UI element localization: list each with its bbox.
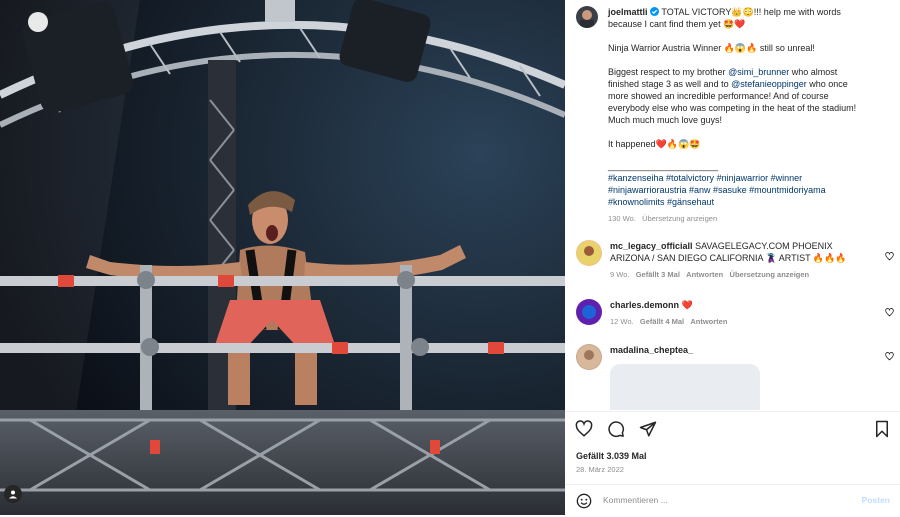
caption-line-2: Ninja Warrior Austria Winner 🔥😱🔥 still s…	[608, 43, 815, 53]
ninja-warrior-photo	[0, 0, 565, 515]
commenter-avatar[interactable]	[576, 299, 602, 325]
comment-item: madalina_cheptea_	[576, 344, 876, 410]
verified-badge-icon	[650, 7, 660, 16]
likes-count[interactable]: Gefällt 3.039 Mal	[576, 451, 647, 461]
comment-box: Kommentieren ... Posten	[565, 484, 900, 517]
translate-comment-button[interactable]: Übersetzung anzeigen	[730, 270, 810, 279]
author-avatar[interactable]	[576, 6, 598, 28]
post-actions-area: Gefällt 3.039 Mal 28. März 2022 Kommenti…	[565, 411, 900, 516]
caption-age: 130 Wo.	[608, 214, 636, 223]
comment-username[interactable]: mc_legacy_officiall	[610, 241, 693, 251]
caption-text: Biggest respect to my brother	[608, 67, 729, 77]
comment-username[interactable]: charles.demonn	[610, 300, 679, 310]
mention-link[interactable]: @stefanieoppinger	[731, 79, 807, 89]
comment-age: 9 Wo.	[610, 270, 630, 279]
hashtag-links[interactable]: #kanzenseiha #totalvictory #ninjawarrior…	[608, 172, 870, 208]
author-username[interactable]: joelmattli	[608, 7, 648, 17]
comment-age: 12 Wo.	[610, 317, 634, 326]
comment-image-preview[interactable]	[610, 364, 760, 410]
post-caption: joelmattli TOTAL VICTORY👑😳!!! help me wi…	[576, 6, 876, 225]
reply-button[interactable]: Antworten	[690, 317, 727, 326]
reply-button[interactable]: Antworten	[686, 270, 723, 279]
comment-text: ❤️	[681, 300, 693, 310]
comment-item: mc_legacy_officiall SAVAGELEGACY.COM PHO…	[576, 240, 876, 281]
translate-caption-button[interactable]: Übersetzung anzeigen	[642, 214, 717, 223]
comment-like-icon[interactable]	[885, 252, 894, 261]
commenter-avatar[interactable]	[576, 240, 602, 266]
comment-username[interactable]: madalina_cheptea_	[610, 345, 693, 355]
action-icons	[575, 420, 657, 438]
mention-link[interactable]: @simi_brunner	[728, 67, 789, 77]
comment-likes[interactable]: Gefällt 3 Mal	[636, 270, 680, 279]
post-date: 28. März 2022	[576, 465, 624, 474]
caption-divider: ______________________	[608, 161, 719, 171]
caption-body: joelmattli TOTAL VICTORY👑😳!!! help me wi…	[608, 6, 870, 225]
comment-like-icon[interactable]	[885, 352, 894, 361]
comment-body: charles.demonn ❤️ 12 Wo. Gefällt 4 Mal A…	[610, 299, 860, 328]
commenter-avatar[interactable]	[576, 344, 602, 370]
emoji-icon[interactable]	[576, 493, 592, 509]
bookmark-icon[interactable]	[874, 420, 890, 438]
caption-paragraph-2: Biggest respect to my brother @simi_brun…	[608, 66, 870, 126]
user-tag-icon[interactable]	[4, 485, 22, 503]
comment-body: madalina_cheptea_	[610, 344, 860, 410]
post-dialog: joelmattli TOTAL VICTORY👑😳!!! help me wi…	[0, 0, 900, 515]
post-photo[interactable]	[0, 0, 565, 515]
share-icon[interactable]	[639, 420, 657, 438]
caption-paragraph-3: It happened❤️🔥😱🤩	[608, 139, 701, 149]
comment-item: charles.demonn ❤️ 12 Wo. Gefällt 4 Mal A…	[576, 299, 876, 328]
comments-scroll-area[interactable]: joelmattli TOTAL VICTORY👑😳!!! help me wi…	[565, 0, 900, 410]
heart-icon[interactable]	[575, 420, 593, 438]
comment-body: mc_legacy_officiall SAVAGELEGACY.COM PHO…	[610, 240, 860, 281]
comment-input[interactable]: Kommentieren ...	[603, 495, 668, 505]
comment-likes[interactable]: Gefällt 4 Mal	[640, 317, 684, 326]
post-side-panel: joelmattli TOTAL VICTORY👑😳!!! help me wi…	[565, 0, 900, 515]
comment-like-icon[interactable]	[885, 308, 894, 317]
comment-icon[interactable]	[607, 420, 625, 438]
post-comment-button[interactable]: Posten	[862, 495, 890, 505]
